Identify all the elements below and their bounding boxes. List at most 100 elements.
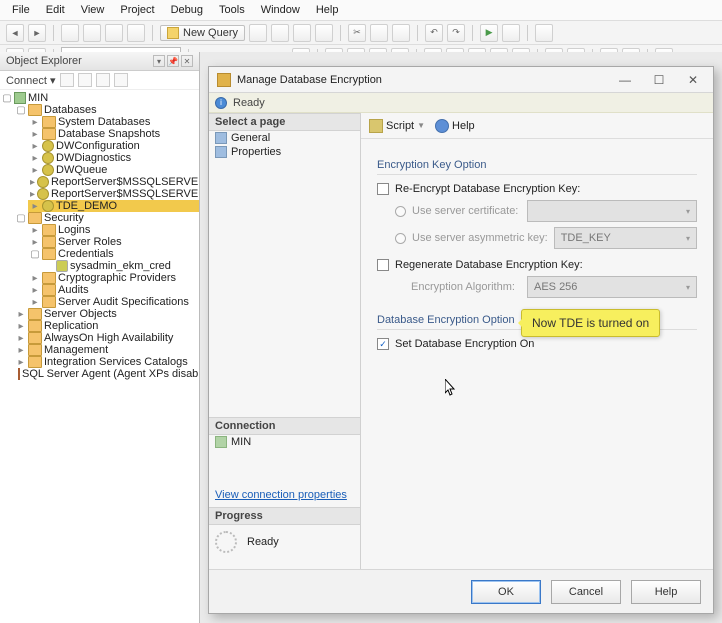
main-menubar[interactable]: File Edit View Project Debug Tools Windo… [0,0,722,21]
help-button[interactable]: Help [631,580,701,604]
open-icon[interactable] [83,24,101,42]
tree-item[interactable]: Server Roles [58,236,122,248]
menu-view[interactable]: View [73,2,113,18]
tree-item[interactable]: DWConfiguration [56,140,140,152]
tree-item[interactable]: Integration Services Catalogs [44,356,188,368]
tree-item[interactable]: ReportServer$MSSQLSERVER [51,188,199,200]
db-engine-query-icon[interactable] [249,24,267,42]
nav-fwd-icon[interactable]: ► [28,24,46,42]
maximize-button[interactable]: ☐ [647,73,671,87]
tree-item[interactable]: Replication [44,320,98,332]
tree-item-selected[interactable]: TDE_DEMO [56,200,117,212]
expander-icon[interactable]: ▸ [16,357,26,368]
minimize-button[interactable]: — [613,73,637,87]
expander-icon[interactable]: ▢ [16,213,26,224]
set-encryption-on-checkbox[interactable]: ✓ [377,338,389,350]
tree-item[interactable]: Server Audit Specifications [58,296,189,308]
save-icon[interactable] [105,24,123,42]
menu-project[interactable]: Project [112,2,162,18]
tree-item[interactable]: Management [44,344,108,356]
expander-icon[interactable]: ▸ [30,201,40,212]
expander-icon[interactable]: ▸ [30,153,40,164]
new-query-button[interactable]: New Query [160,25,245,41]
stop-icon[interactable] [78,73,92,87]
tree-databases[interactable]: Databases [44,104,97,116]
nav-back-icon[interactable]: ◄ [6,24,24,42]
filter-icon[interactable] [114,73,128,87]
tree-item[interactable]: DWQueue [56,164,107,176]
ok-button[interactable]: OK [471,580,541,604]
redo-icon[interactable]: ↷ [447,24,465,42]
expander-icon[interactable]: ▢ [16,105,26,116]
tree-item[interactable]: Audits [58,284,89,296]
expander-icon[interactable]: ▸ [30,225,40,236]
expander-icon[interactable]: ▸ [30,297,40,308]
expander-icon[interactable]: ▢ [2,93,12,104]
tree-item[interactable]: Server Objects [44,308,117,320]
expander-icon[interactable]: ▸ [16,345,26,356]
start-icon[interactable]: ▶ [480,24,498,42]
menu-debug[interactable]: Debug [163,2,211,18]
connect-button[interactable]: Connect ▾ [6,74,56,87]
expander-icon[interactable]: ▸ [30,129,40,140]
expander-icon[interactable]: ▸ [30,177,35,188]
page-general[interactable]: General [209,131,360,145]
dmx-query-icon[interactable] [293,24,311,42]
view-connection-properties-link[interactable]: View connection properties [209,483,360,507]
expander-icon[interactable]: ▸ [30,237,40,248]
tree-item[interactable]: ReportServer$MSSQLSERVER [51,176,199,188]
close-button[interactable]: ✕ [681,73,705,87]
undo-icon[interactable]: ↶ [425,24,443,42]
object-explorer-tree[interactable]: ▢MIN ▢Databases ▸System Databases ▸Datab… [0,90,199,623]
xmla-query-icon[interactable] [315,24,333,42]
expander-icon[interactable]: ▸ [30,117,40,128]
saveall-icon[interactable] [127,24,145,42]
menu-help[interactable]: Help [308,2,347,18]
expander-icon[interactable]: ▢ [30,249,40,260]
solution-cfg-icon[interactable] [502,24,520,42]
cut-icon[interactable]: ✂ [348,24,366,42]
tree-credentials[interactable]: Credentials [58,248,114,260]
tree-item[interactable]: System Databases [58,116,150,128]
menu-edit[interactable]: Edit [38,2,73,18]
autohide-icon[interactable]: 📌 [167,55,179,67]
use-asym-key-radio[interactable] [395,233,406,244]
paste-icon[interactable] [392,24,410,42]
expander-icon[interactable]: ▸ [16,333,26,344]
expander-icon[interactable]: ▸ [30,189,35,200]
asym-key-combo[interactable]: TDE_KEY [554,227,697,249]
mdx-query-icon[interactable] [271,24,289,42]
cancel-button[interactable]: Cancel [551,580,621,604]
expander-icon[interactable]: ▸ [30,273,40,284]
tree-item[interactable]: DWDiagnostics [56,152,131,164]
tree-item[interactable]: SQL Server Agent (Agent XPs disabl [22,368,199,380]
menu-window[interactable]: Window [253,2,308,18]
tree-item[interactable]: sysadmin_ekm_cred [70,260,171,272]
expander-icon[interactable]: ▸ [30,165,40,176]
tree-item[interactable]: Cryptographic Providers [58,272,176,284]
expander-icon[interactable]: ▸ [16,309,26,320]
tree-security[interactable]: Security [44,212,84,224]
tree-server[interactable]: MIN [28,92,48,104]
tree-item[interactable]: Database Snapshots [58,128,160,140]
expander-icon[interactable]: ▸ [16,321,26,332]
tree-item[interactable]: AlwaysOn High Availability [44,332,173,344]
reencrypt-checkbox[interactable] [377,183,389,195]
use-server-cert-radio[interactable] [395,206,406,217]
menu-file[interactable]: File [4,2,38,18]
menu-tools[interactable]: Tools [211,2,253,18]
page-properties[interactable]: Properties [209,145,360,159]
close-panel-icon[interactable]: ✕ [181,55,193,67]
server-cert-combo[interactable] [527,200,697,222]
encryption-algorithm-combo[interactable]: AES 256 [527,276,697,298]
regenerate-checkbox[interactable] [377,259,389,271]
dialog-titlebar[interactable]: Manage Database Encryption — ☐ ✕ [209,67,713,93]
expander-icon[interactable]: ▸ [30,285,40,296]
expander-icon[interactable]: ▸ [30,141,40,152]
tree-item[interactable]: Logins [58,224,90,236]
window-pos-icon[interactable]: ▾ [153,55,165,67]
script-button[interactable]: Script▼ [369,119,425,133]
new-project-icon[interactable] [61,24,79,42]
disconnect-icon[interactable] [60,73,74,87]
copy-icon[interactable] [370,24,388,42]
